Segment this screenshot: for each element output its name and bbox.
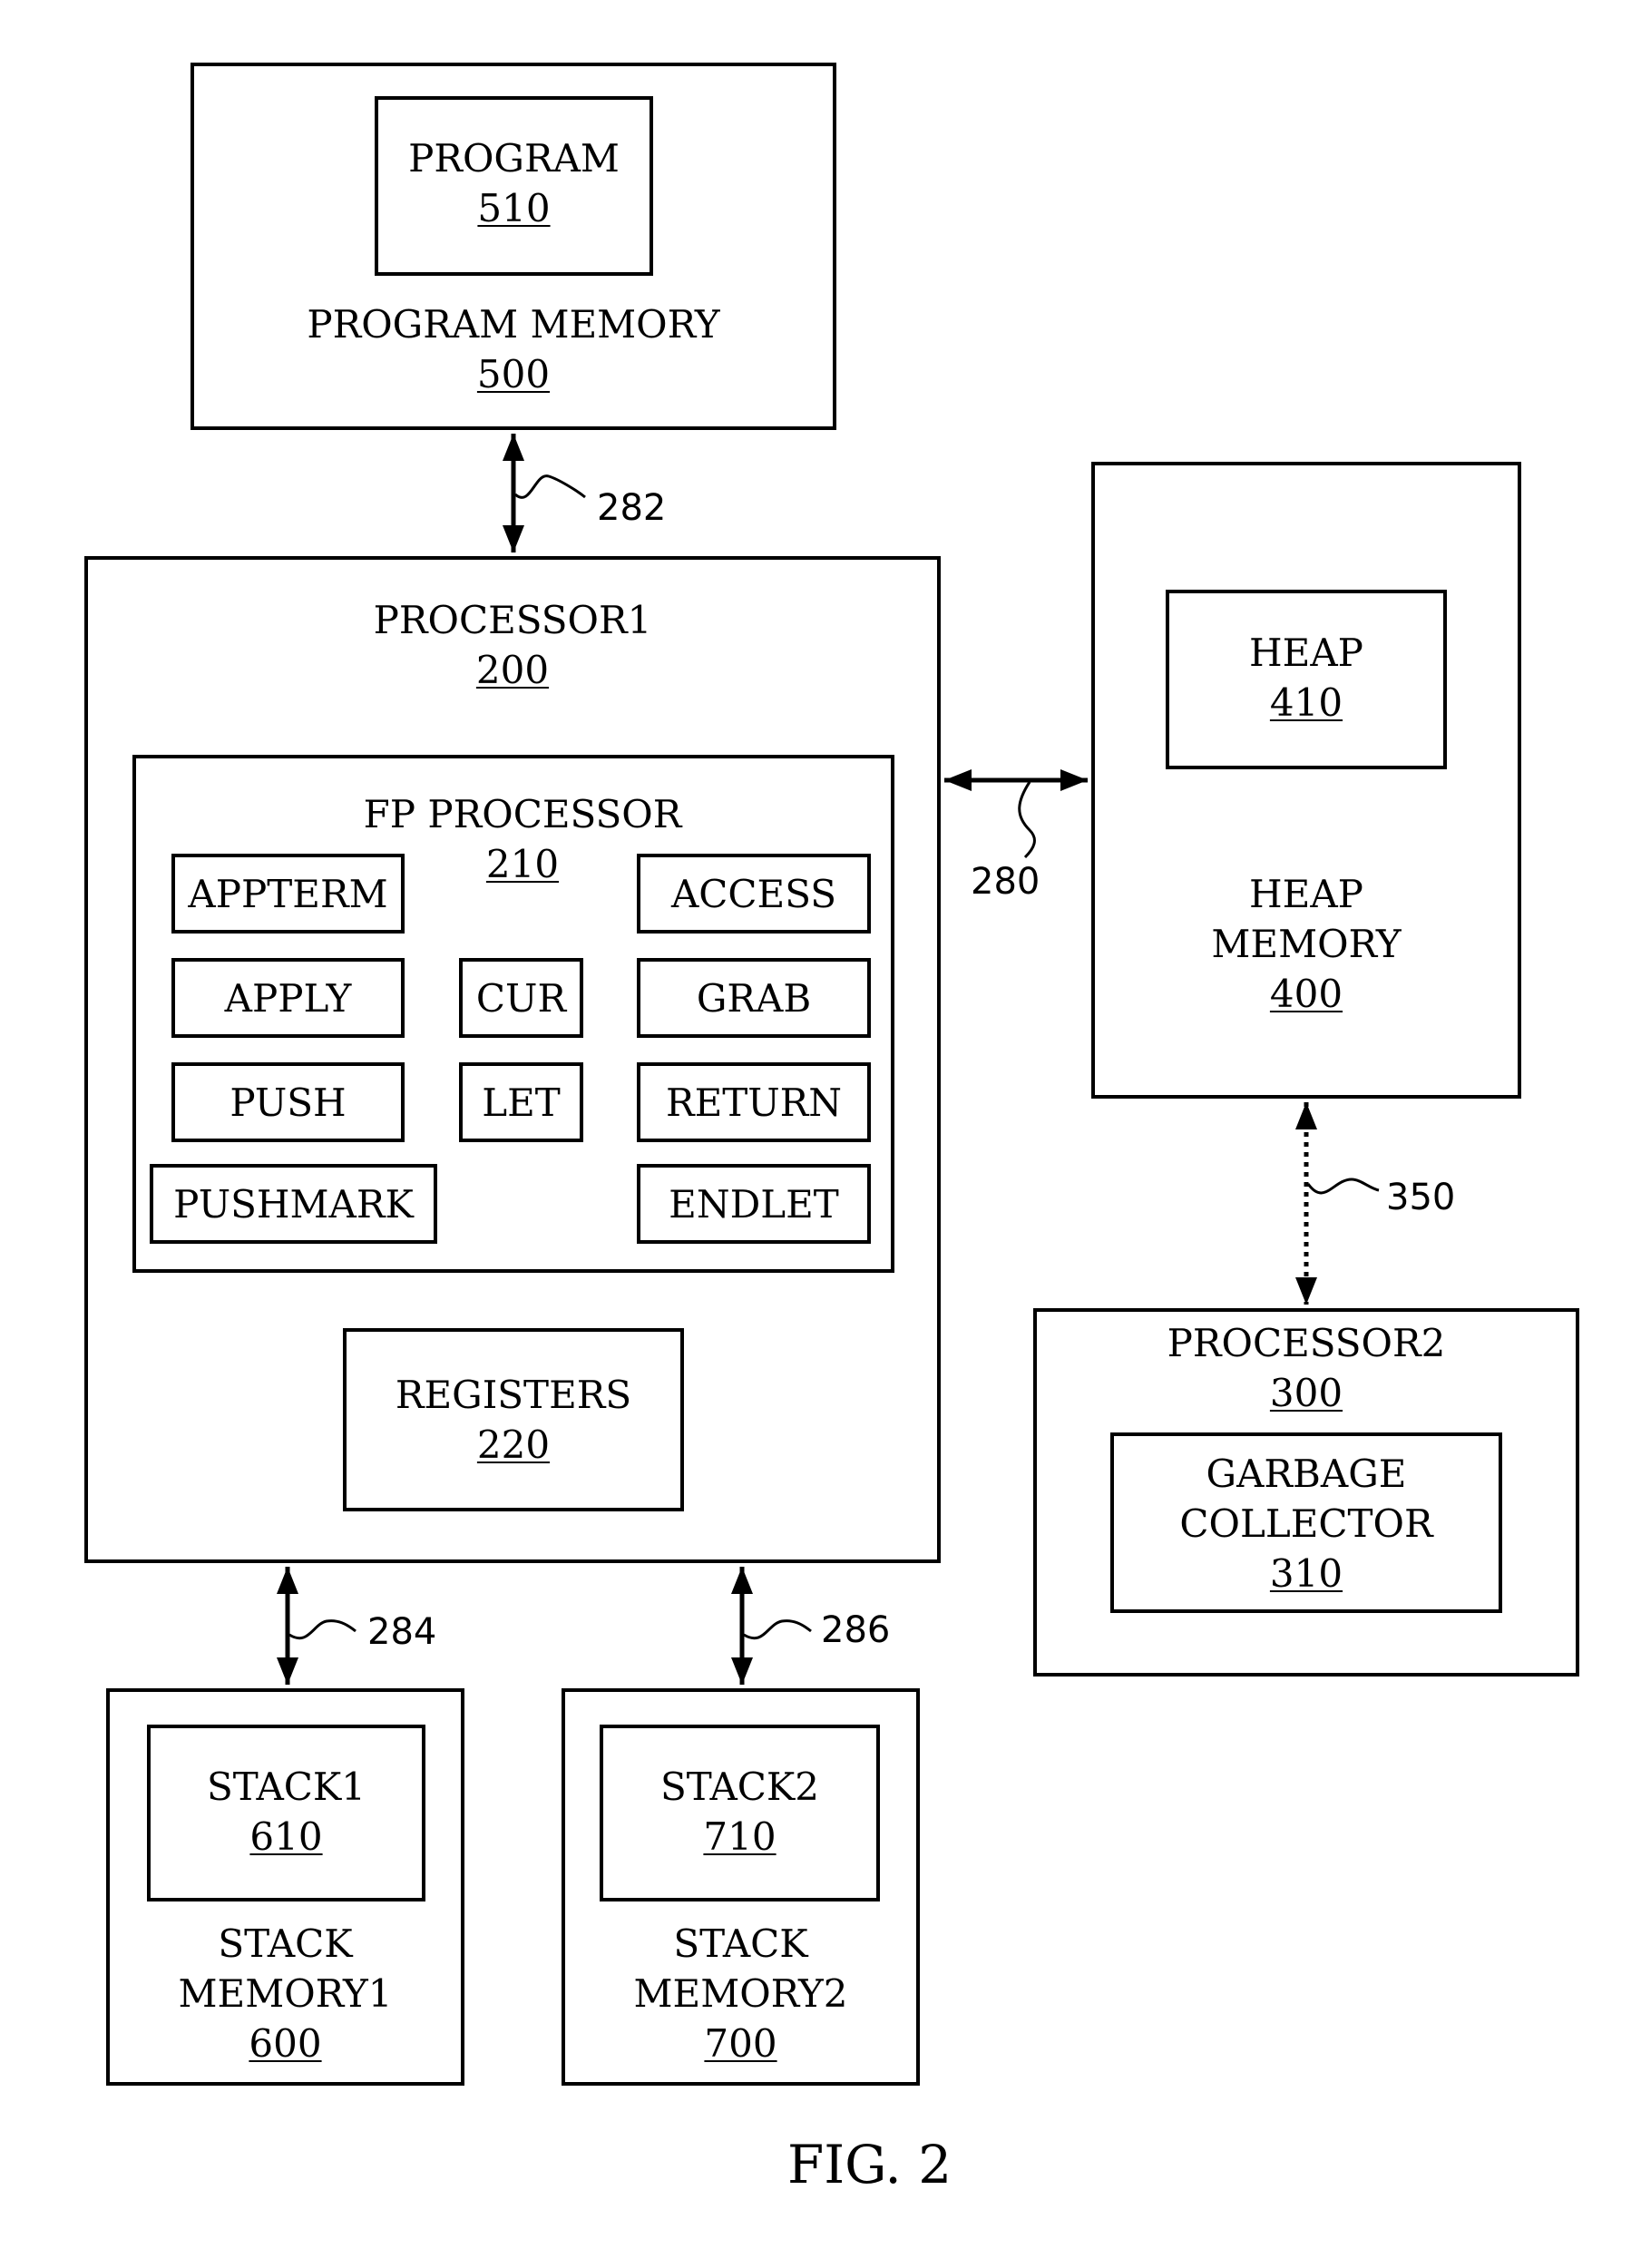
instr-cur: CUR <box>459 958 583 1038</box>
ref-286: 286 <box>821 1609 891 1651</box>
figure-caption: FIG. 2 <box>787 2134 952 2195</box>
ref-284: 284 <box>367 1611 437 1653</box>
stack1-label: STACK1 610 <box>147 1762 425 1862</box>
program-memory-ref: 500 <box>476 352 551 396</box>
fp-processor-title: FP PROCESSOR <box>363 792 682 836</box>
instr-grab: GRAB <box>637 958 871 1038</box>
ref-350: 350 <box>1386 1177 1456 1218</box>
stack-memory2-ref: 700 <box>704 2021 777 2066</box>
processor1-label: PROCESSOR1 200 <box>84 595 941 695</box>
processor1-title: PROCESSOR1 <box>373 598 652 642</box>
garbage-collector-title-2: COLLECTOR <box>1179 1501 1433 1546</box>
instr-return: RETURN <box>637 1062 871 1142</box>
ref-280: 280 <box>971 861 1040 903</box>
leader-280 <box>1018 781 1036 859</box>
program-ref: 510 <box>477 186 551 230</box>
heap-memory-ref: 400 <box>1269 972 1343 1016</box>
heap-label: HEAP 410 <box>1166 628 1447 728</box>
instr-access: ACCESS <box>637 854 871 934</box>
stack2-title: STACK2 <box>659 1765 820 1809</box>
stack-memory1-title-2: MEMORY1 <box>178 1971 393 2016</box>
stack2-ref: 710 <box>703 1814 777 1859</box>
garbage-collector-label: GARBAGE COLLECTOR 310 <box>1110 1449 1502 1598</box>
leader-286 <box>743 1619 812 1640</box>
instr-let: LET <box>459 1062 583 1142</box>
leader-284 <box>288 1619 357 1640</box>
program-title: PROGRAM <box>408 136 620 181</box>
instr-push: PUSH <box>171 1062 405 1142</box>
instr-apply: APPLY <box>171 958 405 1038</box>
registers-ref: 220 <box>476 1422 551 1467</box>
stack-memory2-label: STACK MEMORY2 700 <box>562 1919 920 2068</box>
stack2-label: STACK2 710 <box>600 1762 880 1862</box>
stack-memory2-title-2: MEMORY2 <box>633 1971 848 2016</box>
garbage-collector-title-1: GARBAGE <box>1206 1452 1407 1496</box>
garbage-collector-ref: 310 <box>1269 1551 1343 1596</box>
program-memory-title: PROGRAM MEMORY <box>307 302 720 347</box>
heap-memory-label: HEAP MEMORY 400 <box>1091 869 1521 1019</box>
ref-282: 282 <box>597 487 667 529</box>
registers-label: REGISTERS 220 <box>343 1370 684 1470</box>
stack-memory1-ref: 600 <box>249 2021 322 2066</box>
stack1-ref: 610 <box>249 1814 323 1859</box>
stack-memory1-label: STACK MEMORY1 600 <box>106 1919 464 2068</box>
heap-title: HEAP <box>1249 631 1363 675</box>
instr-endlet: ENDLET <box>637 1164 871 1244</box>
processor2-title: PROCESSOR2 <box>1167 1321 1446 1365</box>
stack-memory2-title-1: STACK <box>673 1921 808 1966</box>
program-memory-label: PROGRAM MEMORY 500 <box>190 299 836 399</box>
leader-282 <box>514 474 586 499</box>
heap-ref: 410 <box>1269 680 1343 725</box>
leader-350 <box>1306 1178 1380 1195</box>
instr-pushmark: PUSHMARK <box>150 1164 437 1244</box>
program-label: PROGRAM 510 <box>375 133 653 233</box>
processor2-ref: 300 <box>1269 1371 1343 1415</box>
stack1-title: STACK1 <box>206 1765 366 1809</box>
heap-memory-title-2: MEMORY <box>1211 922 1402 966</box>
instr-appterm: APPTERM <box>171 854 405 934</box>
stack-memory1-title-1: STACK <box>218 1921 353 1966</box>
registers-title: REGISTERS <box>395 1373 632 1417</box>
heap-memory-title-1: HEAP <box>1249 872 1363 916</box>
processor1-ref: 200 <box>475 648 550 692</box>
processor2-label: PROCESSOR2 300 <box>1033 1318 1579 1418</box>
